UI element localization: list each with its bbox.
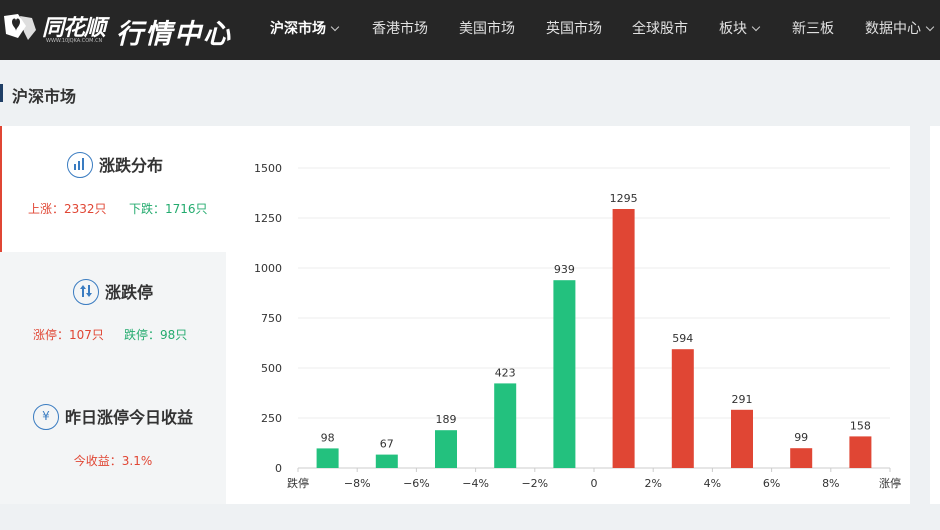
- chevron-down-icon: [751, 22, 761, 32]
- nav-uk-market[interactable]: 英国市场: [546, 19, 602, 39]
- y-tick-label: 500: [261, 362, 282, 375]
- x-tick-label: −2%: [521, 477, 548, 490]
- x-tick-label: 4%: [704, 477, 721, 490]
- nav-hk-market[interactable]: 香港市场: [372, 19, 428, 39]
- today-return: 今收益：3.1%: [73, 454, 153, 468]
- panel-title: ¥ 昨日涨停今日收益: [0, 403, 226, 431]
- y-tick-label: 1000: [254, 262, 282, 275]
- x-tick-label: 6%: [763, 477, 780, 490]
- x-tick-label: −8%: [344, 477, 371, 490]
- x-tick-label: 跌停: [287, 476, 309, 490]
- bar: [671, 349, 694, 468]
- limit-up-count: 涨停：107只: [33, 328, 104, 342]
- bar-chart-icon: [66, 151, 93, 178]
- panel-yesterday-limit-up-return[interactable]: ¥ 昨日涨停今日收益 今收益：3.1%: [0, 378, 226, 504]
- panel-title-text: 昨日涨停今日收益: [64, 408, 193, 427]
- nav-neeq[interactable]: 新三板: [792, 19, 834, 39]
- limit-down-count: 跌停：98只: [124, 328, 188, 342]
- chevron-down-icon: [330, 22, 340, 32]
- x-tick-label: 2%: [644, 477, 661, 490]
- nav-label: 板块: [719, 21, 747, 37]
- y-tick-label: 250: [261, 412, 282, 425]
- x-tick-label: 0: [591, 477, 598, 490]
- x-tick-label: 涨停: [879, 476, 901, 490]
- right-panel-edge: [930, 126, 940, 504]
- data-label: 98: [321, 431, 335, 444]
- bar: [494, 383, 517, 468]
- bar: [612, 209, 635, 468]
- nav-label: 数据中心: [865, 21, 921, 37]
- bar: [316, 448, 339, 468]
- nav-global-market[interactable]: 全球股市: [632, 19, 688, 39]
- y-tick-label: 1250: [254, 212, 282, 225]
- nav-sectors[interactable]: 板块: [719, 19, 761, 39]
- data-label: 939: [554, 263, 575, 276]
- data-label: 67: [380, 438, 394, 451]
- nav-label: 美国市场: [459, 21, 515, 37]
- bar: [790, 448, 813, 468]
- spade-logo-icon: [4, 14, 36, 40]
- data-label: 594: [672, 332, 693, 345]
- nav-label: 英国市场: [546, 21, 602, 37]
- nav-label: 沪深市场: [270, 21, 326, 37]
- rise-count: 上涨：2332只: [28, 202, 107, 216]
- x-tick-label: −6%: [403, 477, 430, 490]
- bar: [731, 409, 753, 468]
- data-label: 291: [732, 393, 753, 406]
- stats-sidebar: 涨跌分布 上涨：2332只 下跌：1716只 涨跌停 涨停：107只 跌停：98…: [0, 126, 226, 504]
- x-tick-label: 8%: [822, 477, 839, 490]
- bar: [553, 280, 576, 468]
- panel-title: 涨跌停: [0, 278, 226, 306]
- nav-data-center[interactable]: 数据中心: [865, 19, 935, 39]
- yen-icon: ¥: [32, 403, 59, 430]
- section-title: 沪深市场: [12, 87, 77, 106]
- panel-title-text: 涨跌分布: [98, 156, 163, 175]
- page-brand-title: 行情中心: [116, 19, 232, 50]
- section-marker: [0, 84, 3, 102]
- data-label: 158: [850, 419, 871, 432]
- chevron-down-icon: [925, 22, 935, 32]
- panel-title: 涨跌分布: [2, 151, 228, 179]
- y-tick-label: 750: [261, 312, 282, 325]
- logo[interactable]: 同花顺 WWW.10JQKA.COM.CN: [2, 10, 110, 46]
- nav-hushen-market[interactable]: 沪深市场: [270, 19, 340, 39]
- bar: [375, 454, 398, 468]
- x-tick-label: −4%: [462, 477, 489, 490]
- nav-us-market[interactable]: 美国市场: [459, 19, 515, 39]
- nav-label: 香港市场: [372, 21, 428, 37]
- data-label: 1295: [610, 192, 638, 205]
- bar-chart: 0 250 500 750 1000 1250 1500 98 67 189 423 939 1295 5…: [254, 162, 901, 490]
- up-down-arrows-icon: [72, 278, 99, 305]
- data-label: 189: [436, 413, 457, 426]
- panel-limit-up-down[interactable]: 涨跌停 涨停：107只 跌停：98只: [0, 252, 226, 378]
- y-tick-label: 0: [275, 462, 282, 475]
- nav-label: 新三板: [792, 21, 834, 37]
- bar: [849, 436, 872, 468]
- logo-url: WWW.10JQKA.COM.CN: [46, 38, 103, 44]
- data-label: 99: [794, 431, 808, 444]
- nav-label: 全球股市: [632, 21, 688, 37]
- bar: [435, 430, 457, 468]
- data-label: 423: [495, 366, 516, 379]
- panel-title-text: 涨跌停: [104, 283, 153, 302]
- panel-rise-fall-distribution[interactable]: 涨跌分布 上涨：2332只 下跌：1716只: [0, 126, 226, 252]
- rise-fall-distribution-chart: 0 250 500 750 1000 1250 1500 98 67 189 423 939 1295 5…: [226, 126, 910, 504]
- top-nav-bar: 同花顺 WWW.10JQKA.COM.CN 行情中心 沪深市场 香港市场 美国市…: [0, 0, 940, 60]
- fall-count: 下跌：1716只: [129, 202, 208, 216]
- y-tick-label: 1500: [254, 162, 282, 175]
